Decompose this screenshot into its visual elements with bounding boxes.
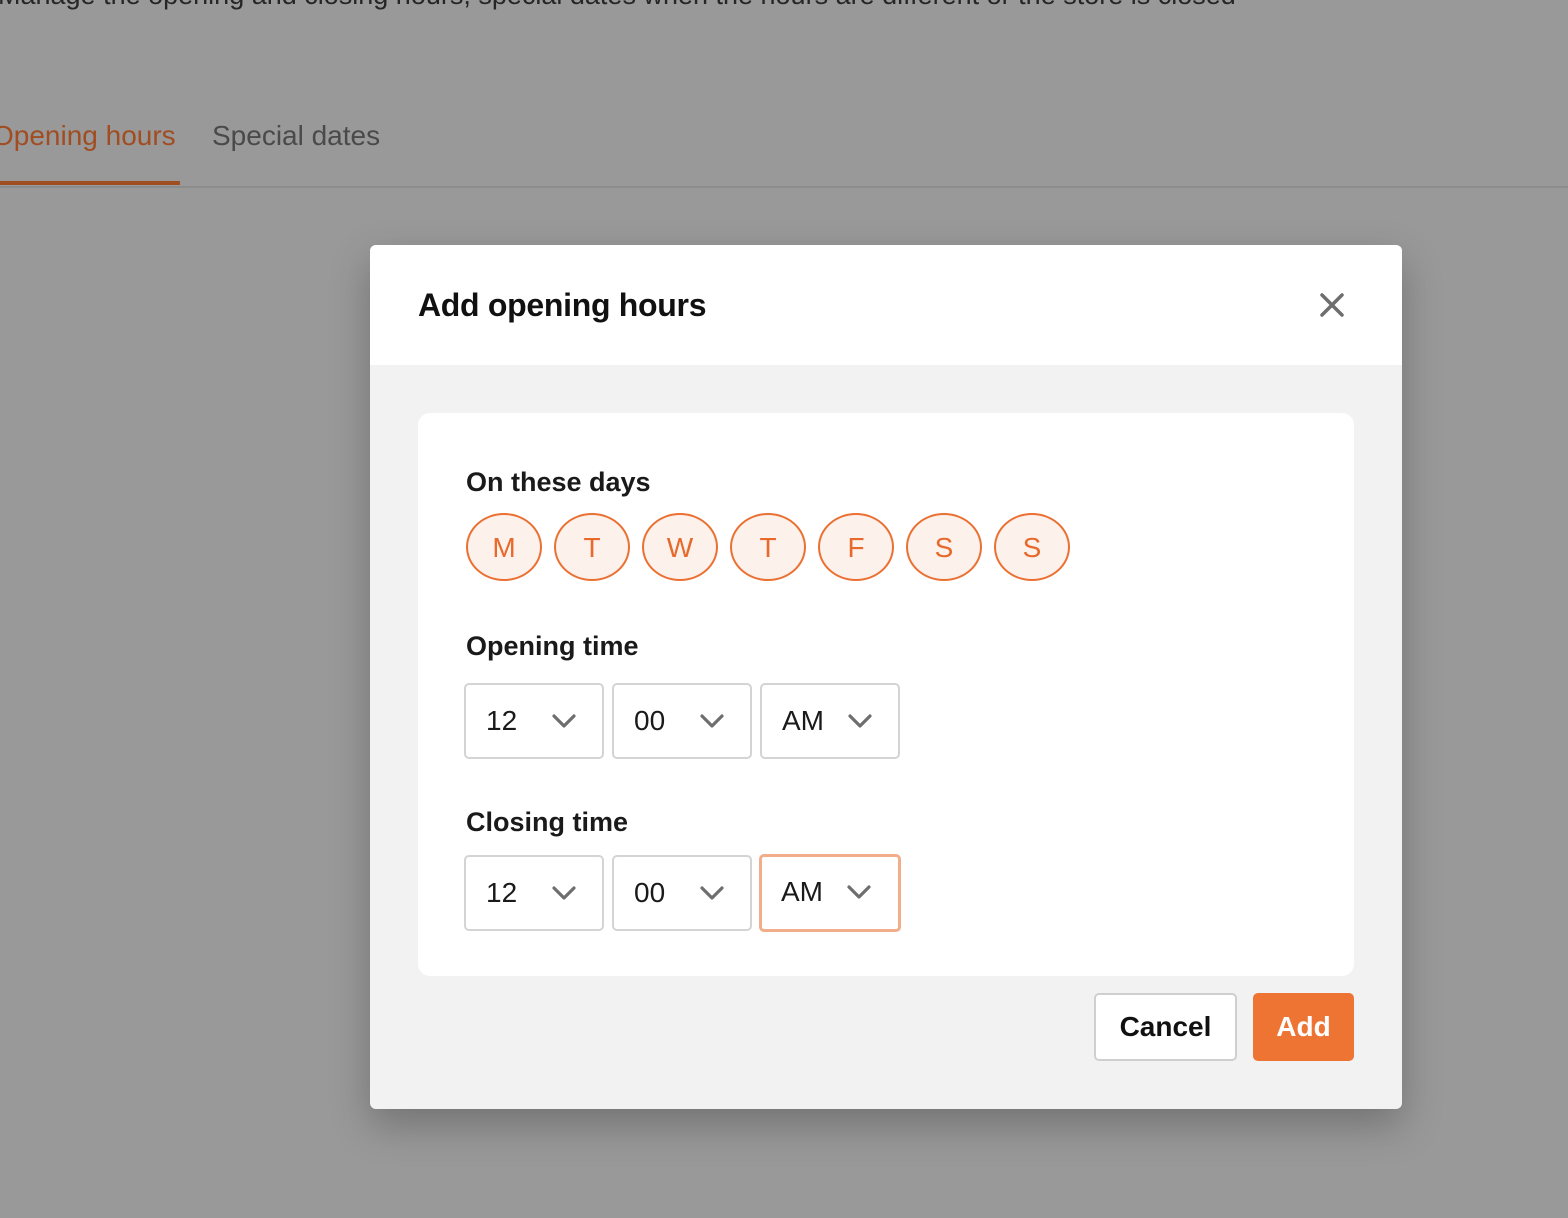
dialog-header: Add opening hours <box>370 245 1402 365</box>
opening-minute-select[interactable]: 00 <box>612 683 752 759</box>
day-friday[interactable]: F <box>818 513 894 581</box>
dialog-title: Add opening hours <box>418 287 707 323</box>
add-opening-hours-dialog: Add opening hours On these days M T W T … <box>370 245 1402 1109</box>
page-description: Manage the opening and closing hours, sp… <box>0 0 1236 11</box>
tab-special-dates[interactable]: Special dates <box>212 120 380 152</box>
chevron-down-icon <box>552 714 576 728</box>
chevron-down-icon <box>552 886 576 900</box>
closing-hour-value: 12 <box>486 877 518 908</box>
days-label: On these days <box>466 467 651 497</box>
opening-hour-value: 12 <box>486 705 518 736</box>
opening-period-select[interactable]: AM <box>760 683 900 759</box>
day-thursday[interactable]: T <box>730 513 806 581</box>
day-wednesday[interactable]: W <box>642 513 718 581</box>
cancel-button[interactable]: Cancel <box>1094 993 1237 1061</box>
closing-time-label: Closing time <box>466 807 629 837</box>
chevron-down-icon <box>848 714 872 728</box>
chevron-down-icon <box>700 886 724 900</box>
form-card: On these days M T W T F S S Opening time… <box>418 413 1354 976</box>
opening-time-label: Opening time <box>466 631 639 661</box>
add-button[interactable]: Add <box>1253 993 1354 1061</box>
closing-minute-select[interactable]: 00 <box>612 855 752 931</box>
day-sunday[interactable]: S <box>994 513 1070 581</box>
opening-minute-value: 00 <box>634 705 666 736</box>
chevron-down-icon <box>847 885 871 899</box>
day-saturday[interactable]: S <box>906 513 982 581</box>
close-button[interactable] <box>1312 285 1352 325</box>
tab-opening-hours[interactable]: Opening hours <box>0 120 176 152</box>
tab-bar: Opening hours Special dates <box>0 100 1568 188</box>
closing-minute-value: 00 <box>634 877 666 908</box>
opening-period-value: AM <box>782 705 824 736</box>
close-icon <box>1320 293 1344 317</box>
opening-hour-select[interactable]: 12 <box>464 683 604 759</box>
closing-period-value: AM <box>781 876 823 907</box>
chevron-down-icon <box>700 714 724 728</box>
day-tuesday[interactable]: T <box>554 513 630 581</box>
closing-hour-select[interactable]: 12 <box>464 855 604 931</box>
active-tab-indicator <box>0 181 180 185</box>
day-monday[interactable]: M <box>466 513 542 581</box>
closing-period-select[interactable]: AM <box>759 854 901 932</box>
